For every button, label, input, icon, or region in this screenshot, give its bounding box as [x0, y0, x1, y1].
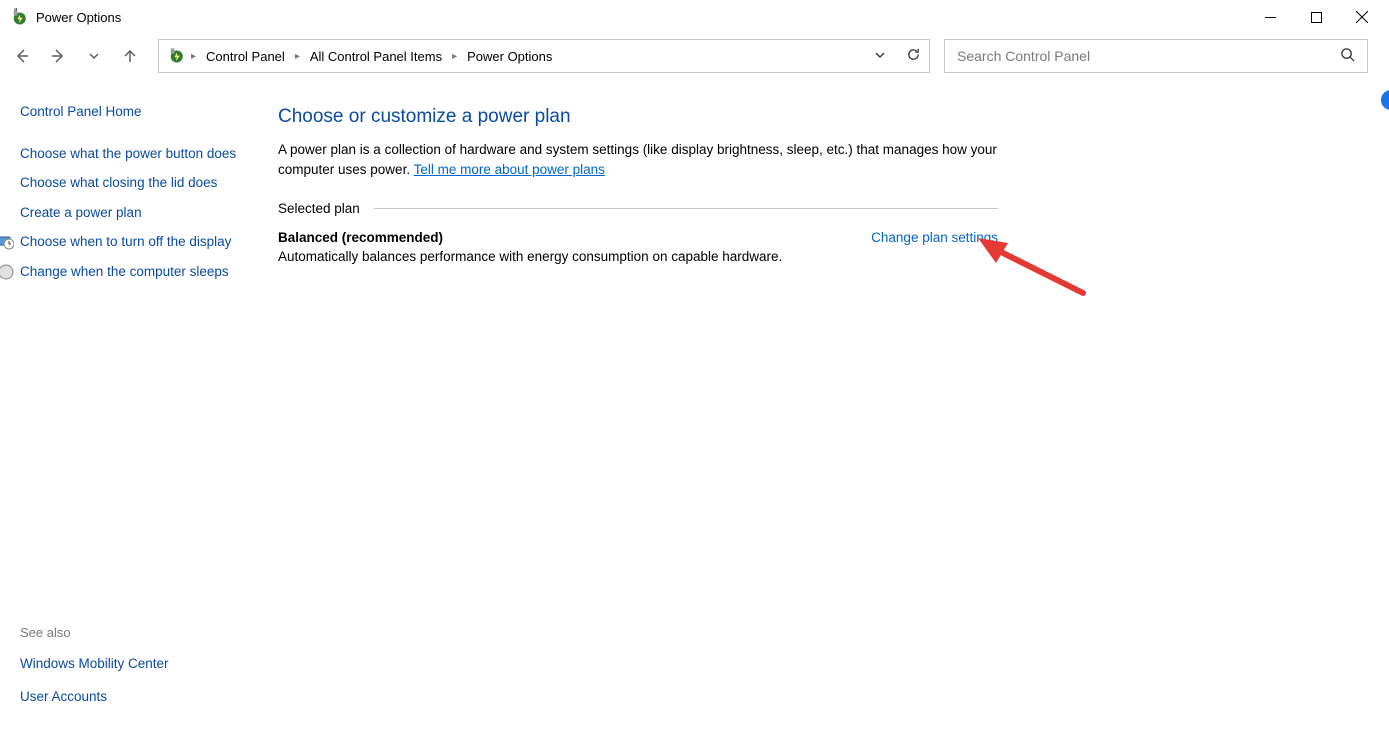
learn-more-link[interactable]: Tell me more about power plans: [414, 162, 605, 177]
see-also-mobility-center[interactable]: Windows Mobility Center: [20, 654, 246, 674]
navigation-row: ▸ Control Panel ▸ All Control Panel Item…: [0, 34, 1389, 78]
titlebar: Power Options: [0, 0, 1389, 34]
search-input[interactable]: [957, 48, 1340, 64]
close-button[interactable]: [1339, 2, 1385, 32]
refresh-button[interactable]: [906, 47, 921, 65]
address-bar[interactable]: ▸ Control Panel ▸ All Control Panel Item…: [158, 39, 930, 73]
see-also-user-accounts[interactable]: User Accounts: [20, 687, 246, 707]
forward-button[interactable]: [50, 48, 66, 64]
control-panel-home-link[interactable]: Control Panel Home: [20, 102, 246, 122]
breadcrumb-item[interactable]: Power Options: [463, 49, 556, 64]
page-description-text: A power plan is a collection of hardware…: [278, 142, 997, 177]
sidebar-link-sleep[interactable]: Change when the computer sleeps: [20, 262, 229, 282]
back-button[interactable]: [14, 48, 30, 64]
search-icon[interactable]: [1340, 47, 1355, 65]
plan-description: Automatically balances performance with …: [278, 249, 871, 264]
window-title: Power Options: [36, 10, 121, 25]
divider: [374, 208, 998, 209]
address-dropdown[interactable]: [874, 49, 886, 64]
sidebar-link-power-button[interactable]: Choose what the power button does: [20, 144, 236, 164]
chevron-right-icon[interactable]: ▸: [452, 51, 457, 62]
page-description: A power plan is a collection of hardware…: [278, 140, 1008, 179]
breadcrumb-icon: [167, 46, 185, 67]
see-also-label: See also: [20, 625, 246, 640]
minimize-button[interactable]: [1247, 2, 1293, 32]
chevron-right-icon[interactable]: ▸: [191, 51, 196, 62]
section-header: Selected plan: [278, 201, 998, 216]
change-plan-settings-link[interactable]: Change plan settings: [871, 230, 998, 245]
maximize-button[interactable]: [1293, 2, 1339, 32]
search-box[interactable]: [944, 39, 1368, 73]
power-options-icon: [10, 8, 28, 26]
recent-locations-dropdown[interactable]: [86, 48, 102, 64]
page-heading: Choose or customize a power plan: [278, 106, 1290, 128]
sidebar: Control Panel Home Choose what the power…: [0, 78, 260, 731]
sidebar-link-create-plan[interactable]: Create a power plan: [20, 203, 142, 223]
sidebar-link-turn-off-display[interactable]: Choose when to turn off the display: [20, 232, 231, 252]
breadcrumb-item[interactable]: All Control Panel Items: [306, 49, 446, 64]
sidebar-link-closing-lid[interactable]: Choose what closing the lid does: [20, 173, 217, 193]
up-button[interactable]: [122, 48, 138, 64]
moon-icon: [0, 264, 14, 280]
main-content: Choose or customize a power plan A power…: [260, 78, 1310, 731]
plan-name: Balanced (recommended): [278, 230, 871, 245]
help-bubble-icon[interactable]: [1381, 90, 1389, 110]
section-label: Selected plan: [278, 201, 360, 216]
breadcrumb-item[interactable]: Control Panel: [202, 49, 289, 64]
window-controls: [1247, 2, 1385, 32]
power-plan-row: Balanced (recommended) Automatically bal…: [278, 230, 998, 264]
chevron-right-icon[interactable]: ▸: [295, 51, 300, 62]
display-clock-icon: [0, 234, 14, 250]
